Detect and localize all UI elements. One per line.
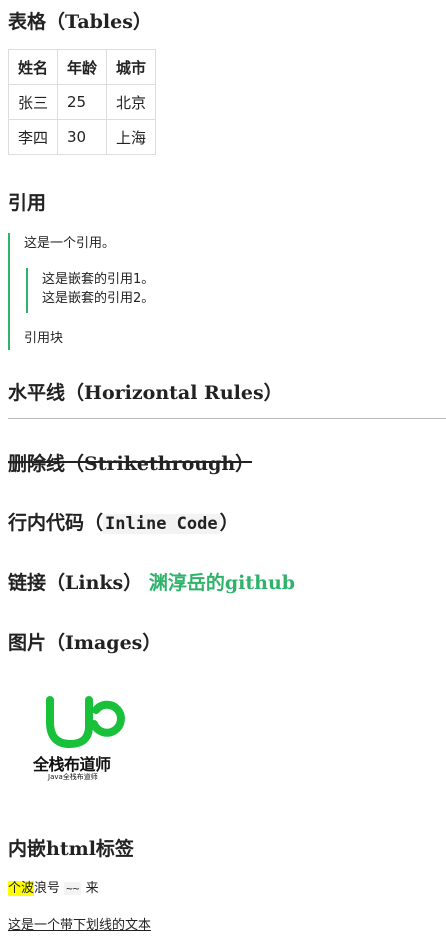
inline-code: Inline Code	[103, 514, 220, 534]
images-heading: 图片（Images）	[8, 632, 162, 654]
table-cell: 30	[57, 119, 108, 155]
links-heading: 链接（Links） 渊淳岳的github	[8, 571, 295, 595]
highlighted-text: 个波	[8, 881, 35, 896]
quote-line: 这是一个引用。	[24, 236, 116, 251]
horizontal-rule	[8, 418, 446, 419]
strikethrough-heading: 删除线（Strikethrough）	[8, 453, 255, 475]
html-tags-heading: 内嵌html标签	[8, 838, 134, 860]
github-link[interactable]: 渊淳岳的github	[149, 572, 295, 594]
html-line: 个波浪号 ~~ 来	[8, 880, 99, 898]
heading-text: 行内代码（	[8, 512, 104, 534]
table-cell: 李四	[7, 119, 59, 155]
hr-heading: 水平线（Horizontal Rules）	[8, 382, 283, 404]
heading-text: 链接（Links）	[8, 572, 143, 594]
inline-code: ~~	[64, 882, 82, 895]
inline-code-heading: 行内代码（ Inline Code）	[8, 511, 239, 536]
tables-heading: 表格（Tables）	[8, 11, 152, 33]
table-header-row: 姓名 年龄 城市	[7, 49, 157, 85]
blockquote: 这是一个引用。 这是嵌套的引用1。 这是嵌套的引用2。 引用块	[8, 233, 310, 350]
nested-quote-line: 这是嵌套的引用1。	[42, 272, 155, 287]
data-table: 姓名 年龄 城市 张三 25 北京 李四 30 上海	[7, 49, 157, 155]
markdown-page: 表格（Tables） 姓名 年龄 城市 张三 25 北京 李四 30 上海 引用…	[0, 0, 446, 948]
logo-subtitle: Java全栈布道师	[48, 773, 98, 781]
table-cell: 25	[57, 84, 108, 120]
table-header-cell: 城市	[106, 49, 157, 85]
nested-quote-line: 这是嵌套的引用2。	[42, 291, 155, 306]
cup-icon	[46, 696, 125, 748]
table-cell: 北京	[106, 84, 157, 120]
underlined-text: 这是一个带下划线的文本	[8, 918, 152, 933]
strike-line	[8, 461, 252, 463]
table-row: 李四 30 上海	[7, 119, 157, 155]
table-row: 张三 25 北京	[7, 84, 157, 120]
nested-blockquote: 这是嵌套的引用1。 这是嵌套的引用2。	[26, 268, 228, 313]
quote-line: 引用块	[24, 331, 64, 346]
table-header-cell: 姓名	[7, 49, 59, 85]
table-header-cell: 年龄	[57, 49, 108, 85]
table-cell: 张三	[7, 84, 59, 120]
plain-text: 浪号	[34, 881, 61, 896]
plain-text: 来	[85, 881, 99, 896]
heading-text: ）	[219, 512, 239, 534]
table-cell: 上海	[106, 119, 157, 155]
logo-image: 全栈布道师 Java全栈布道师	[28, 694, 128, 786]
quote-heading: 引用	[8, 192, 47, 214]
